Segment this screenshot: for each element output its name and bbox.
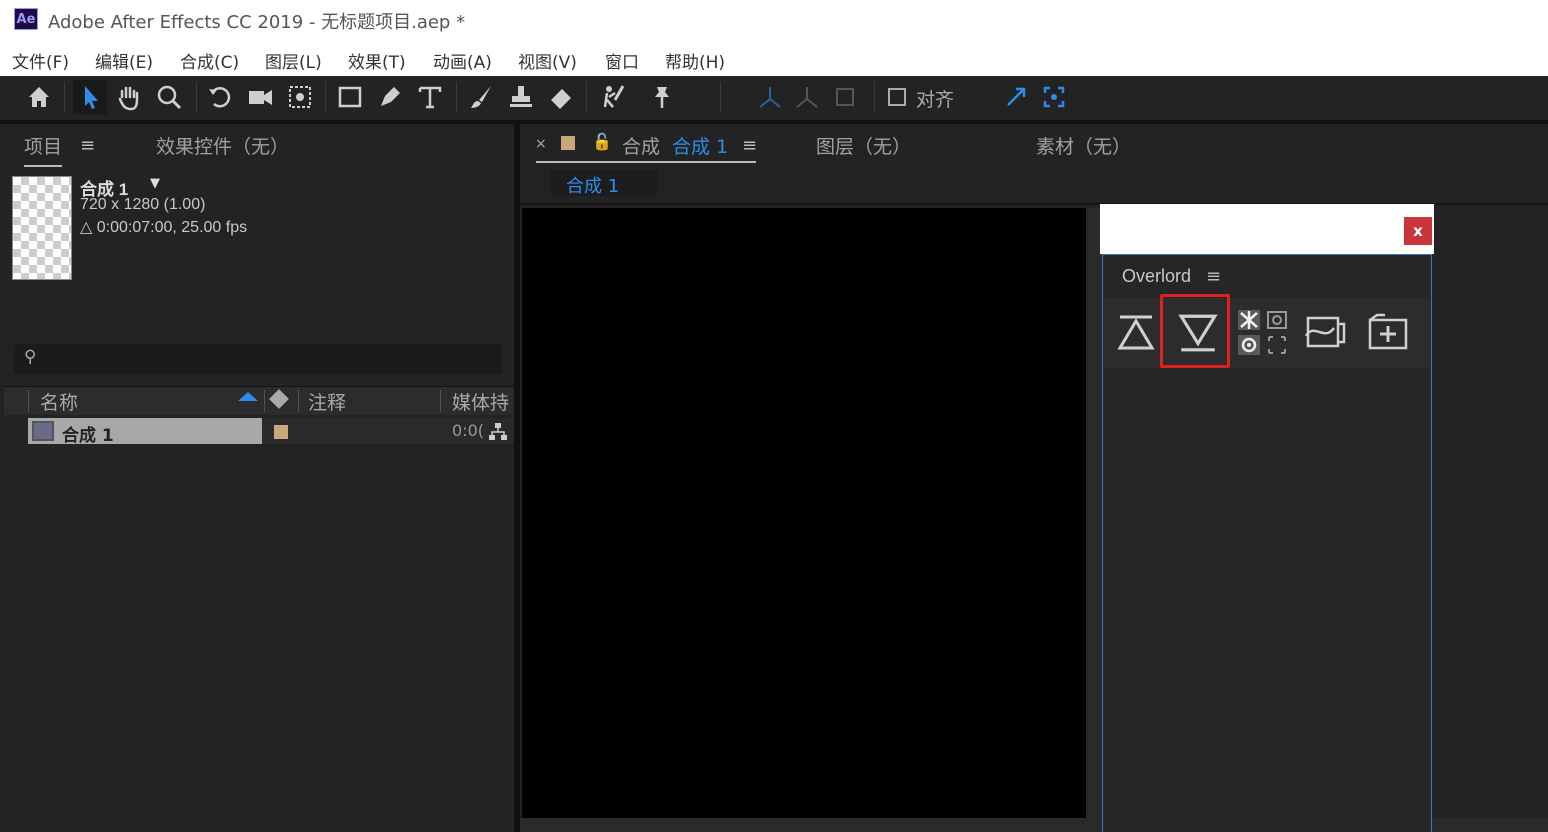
menu-effect[interactable]: 效果(T) — [348, 48, 406, 73]
comp-duration: △ 0:00:07:00, 25.00 fps — [80, 219, 248, 236]
panel-divider — [514, 124, 520, 832]
column-name[interactable]: 名称 — [40, 388, 78, 415]
viewer-margin — [1086, 208, 1102, 818]
project-search-input[interactable] — [14, 344, 502, 374]
search-icon: ⚲ — [24, 347, 37, 367]
chevron-down-icon[interactable]: ▼ — [150, 176, 160, 191]
type-icon[interactable] — [413, 80, 447, 114]
lock-icon[interactable]: 🔓 — [592, 132, 612, 151]
tab-layer[interactable]: 图层（无） — [816, 132, 911, 159]
view-axis-icon[interactable] — [828, 80, 862, 114]
transform-icon[interactable] — [1302, 310, 1348, 354]
puppet-pin-icon[interactable] — [644, 80, 678, 114]
menu-view[interactable]: 视图(V) — [518, 48, 577, 73]
effects-grid-icon[interactable] — [1234, 306, 1292, 360]
comp-size: 720 x 1280 (1.00) — [80, 196, 206, 213]
menu-layer[interactable]: 图层(L) — [265, 48, 322, 73]
composition-viewer[interactable] — [522, 208, 1086, 818]
brush-icon[interactable] — [464, 80, 498, 114]
menu-edit[interactable]: 编辑(E) — [95, 48, 153, 73]
column-comment[interactable]: 注释 — [308, 388, 346, 415]
pen-icon[interactable] — [373, 80, 407, 114]
project-menu-icon[interactable]: ≡ — [80, 135, 95, 156]
snap-bounds-icon[interactable] — [1037, 80, 1071, 114]
project-column-header — [4, 386, 514, 415]
window-title: Adobe After Effects CC 2019 - 无标题项目.aep … — [48, 12, 466, 33]
world-axis-icon[interactable] — [790, 80, 824, 114]
tab-effect-controls[interactable]: 效果控件（无） — [156, 132, 289, 159]
overlord-menu-icon[interactable]: ≡ — [1206, 266, 1221, 287]
overlord-title: Overlord — [1122, 266, 1192, 286]
zoom-icon[interactable] — [152, 80, 186, 114]
active-tab-underline — [536, 161, 756, 163]
clone-stamp-icon[interactable] — [504, 80, 538, 114]
camera-icon[interactable] — [243, 80, 277, 114]
app-logo-icon: Ae — [14, 8, 38, 30]
rotate-icon[interactable] — [203, 80, 237, 114]
column-media-duration[interactable]: 媒体持 — [452, 388, 509, 415]
overlord-close-button[interactable]: x — [1404, 217, 1432, 245]
comp-navigator-label: 合成 1 — [566, 176, 620, 197]
align-label: 对齐 — [916, 89, 955, 111]
hand-icon[interactable] — [112, 80, 146, 114]
menu-animation[interactable]: 动画(A) — [433, 48, 492, 73]
rectangle-icon[interactable] — [333, 80, 367, 114]
pan-behind-icon[interactable] — [283, 80, 317, 114]
roto-brush-icon[interactable] — [596, 80, 630, 114]
new-comp-icon[interactable] — [1366, 310, 1410, 354]
menu-help[interactable]: 帮助(H) — [665, 48, 725, 73]
label-color-swatch[interactable] — [274, 425, 288, 439]
item-media-duration: 0:0( — [452, 421, 484, 440]
align-checkbox[interactable] — [888, 88, 906, 106]
close-tab-icon[interactable]: × — [535, 136, 547, 152]
comp-label-swatch — [561, 136, 575, 150]
highlight-box — [1160, 294, 1230, 368]
item-name: 合成 1 — [62, 426, 114, 446]
snap-icon[interactable] — [999, 80, 1033, 114]
menu-file[interactable]: 文件(F) — [12, 48, 69, 73]
menu-composition[interactable]: 合成(C) — [180, 48, 239, 73]
menu-window[interactable]: 窗口 — [605, 48, 639, 73]
home-icon[interactable] — [22, 80, 56, 114]
tab-composition-name[interactable]: 合成 1 — [672, 132, 728, 159]
sort-ascending-icon[interactable] — [238, 392, 258, 401]
eraser-icon[interactable] — [544, 80, 578, 114]
push-to-ae-icon[interactable] — [1114, 310, 1158, 354]
panel-gap — [0, 120, 1548, 124]
overlord-window-header[interactable] — [1100, 204, 1434, 254]
tab-project[interactable]: 项目 — [24, 132, 63, 167]
composition-icon — [32, 421, 54, 441]
tab-footage[interactable]: 素材（无） — [1036, 132, 1131, 159]
local-axis-icon[interactable] — [753, 80, 787, 114]
selection-arrow-icon[interactable] — [73, 80, 107, 114]
flowchart-icon[interactable] — [488, 422, 508, 446]
tab-composition-prefix[interactable]: 合成 — [622, 132, 660, 159]
comp-menu-icon[interactable]: ≡ — [742, 135, 757, 156]
comp-thumbnail — [12, 176, 72, 280]
